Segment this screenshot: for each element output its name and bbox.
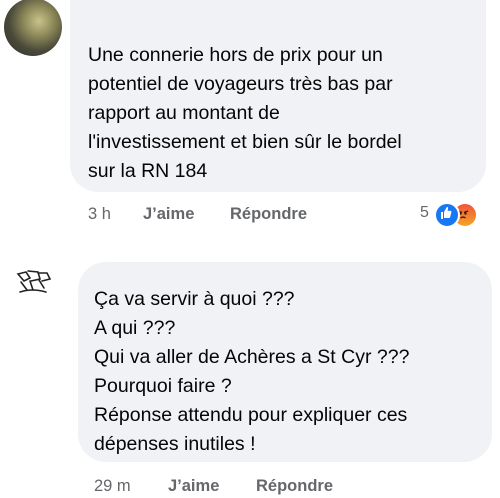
like-icon xyxy=(434,202,460,228)
like-button[interactable]: J’aime xyxy=(143,202,194,226)
comment-body: Ça va servir à quoi ??? A qui ??? Qui va… xyxy=(94,288,410,455)
reply-button[interactable]: Répondre xyxy=(256,474,333,498)
comment-timestamp[interactable]: 29 m xyxy=(94,474,131,498)
commenter-avatar[interactable] xyxy=(4,0,62,56)
comment-timestamp[interactable]: 3 h xyxy=(88,202,111,226)
comment-body: Une connerie hors de prix pour un potent… xyxy=(88,44,402,182)
reaction-summary[interactable]: 5 xyxy=(420,200,492,228)
reply-button[interactable]: Répondre xyxy=(230,202,307,226)
like-button[interactable]: J’aime xyxy=(168,474,219,498)
redacted-author-name xyxy=(90,0,260,20)
reaction-count: 5 xyxy=(420,204,429,221)
comment-actions: 29 m J’aime Répondre xyxy=(0,474,500,498)
commenter-avatar[interactable] xyxy=(6,268,60,308)
